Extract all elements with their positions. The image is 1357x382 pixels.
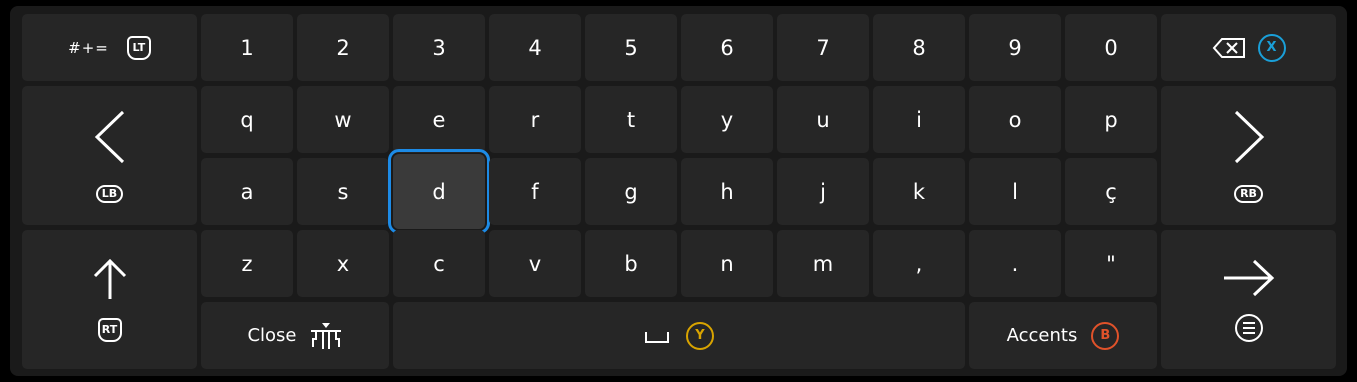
key-5[interactable]: 5: [585, 14, 677, 81]
key-m[interactable]: m: [777, 230, 869, 297]
menu-button-icon: [1234, 313, 1263, 342]
accents-label: Accents: [1006, 325, 1078, 346]
view-button-icon: [310, 322, 341, 349]
key-4[interactable]: 4: [489, 14, 581, 81]
lb-bumper-icon: LB: [95, 184, 124, 203]
key-p[interactable]: p: [1065, 86, 1157, 153]
key-r[interactable]: r: [489, 86, 581, 153]
key-j[interactable]: j: [777, 158, 869, 225]
y-button-icon: Y: [686, 321, 714, 350]
close-label: Close: [247, 325, 297, 346]
key-period[interactable]: .: [969, 230, 1061, 297]
key-u[interactable]: u: [777, 86, 869, 153]
key-k[interactable]: k: [873, 158, 965, 225]
chevron-right-icon: [1234, 110, 1264, 163]
key-1[interactable]: 1: [201, 14, 293, 81]
key-d-selected[interactable]: d: [388, 149, 490, 234]
symbols-key[interactable]: #+= LT: [22, 14, 197, 81]
backspace-icon: [1212, 37, 1245, 58]
key-6[interactable]: 6: [681, 14, 773, 81]
key-c[interactable]: c: [393, 230, 485, 297]
key-n[interactable]: n: [681, 230, 773, 297]
rb-bumper-icon: RB: [1234, 184, 1263, 203]
key-x[interactable]: x: [297, 230, 389, 297]
space-key[interactable]: Y: [393, 302, 965, 369]
space-bar-icon: [645, 331, 669, 343]
key-g[interactable]: g: [585, 158, 677, 225]
key-3[interactable]: 3: [393, 14, 485, 81]
chevron-left-icon: [94, 110, 124, 163]
key-2[interactable]: 2: [297, 14, 389, 81]
key-a[interactable]: a: [201, 158, 293, 225]
key-i[interactable]: i: [873, 86, 965, 153]
symbols-label: #+=: [68, 38, 109, 57]
enter-key[interactable]: [1161, 230, 1336, 369]
b-button-icon: B: [1091, 321, 1120, 350]
key-q[interactable]: q: [201, 86, 293, 153]
backspace-key[interactable]: X: [1161, 14, 1336, 81]
lt-trigger-icon: LT: [126, 35, 151, 60]
x-button-icon: X: [1257, 33, 1286, 62]
key-f[interactable]: f: [489, 158, 581, 225]
cursor-right-key[interactable]: RB: [1161, 86, 1336, 225]
cursor-left-key[interactable]: LB: [22, 86, 197, 225]
key-o[interactable]: o: [969, 86, 1061, 153]
shift-key[interactable]: RT: [22, 230, 197, 369]
key-comma[interactable]: ,: [873, 230, 965, 297]
key-b[interactable]: b: [585, 230, 677, 297]
key-8[interactable]: 8: [873, 14, 965, 81]
close-key[interactable]: Close: [201, 302, 389, 369]
on-screen-keyboard: #+= LT LB RT 1 2 3 4 5 6 7 8 9 0 q w e r: [10, 6, 1347, 376]
key-0[interactable]: 0: [1065, 14, 1157, 81]
arrow-up-icon: [93, 258, 126, 299]
key-h[interactable]: h: [681, 158, 773, 225]
key-7[interactable]: 7: [777, 14, 869, 81]
key-v[interactable]: v: [489, 230, 581, 297]
key-c-cedilla[interactable]: ç: [1065, 158, 1157, 225]
rt-trigger-icon: RT: [97, 317, 122, 342]
accents-key[interactable]: Accents B: [969, 302, 1157, 369]
key-s[interactable]: s: [297, 158, 389, 225]
arrow-right-icon: [1223, 259, 1274, 296]
key-quote[interactable]: ": [1065, 230, 1157, 297]
key-t[interactable]: t: [585, 86, 677, 153]
key-w[interactable]: w: [297, 86, 389, 153]
key-e[interactable]: e: [393, 86, 485, 153]
key-9[interactable]: 9: [969, 14, 1061, 81]
key-y[interactable]: y: [681, 86, 773, 153]
key-z[interactable]: z: [201, 230, 293, 297]
key-l[interactable]: l: [969, 158, 1061, 225]
